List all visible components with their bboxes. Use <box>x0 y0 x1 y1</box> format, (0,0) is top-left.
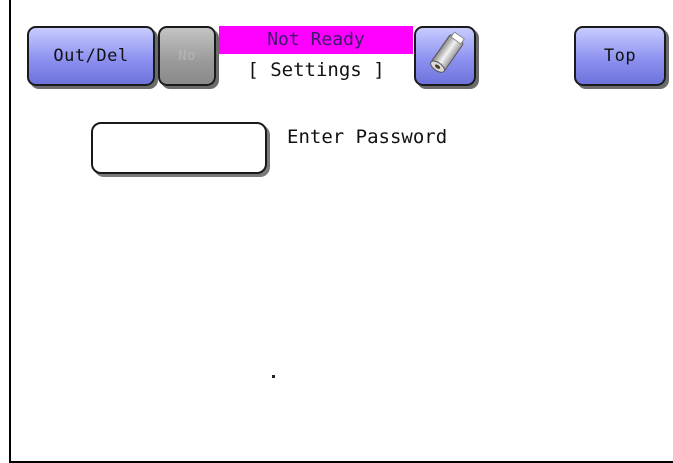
printer-settings-screen: Out/Del No Not Ready [ Settings ] Top En… <box>0 0 673 463</box>
status-display: Not Ready [ Settings ] <box>219 26 413 86</box>
top-label: Top <box>603 46 637 66</box>
out-del-label: Out/Del <box>53 46 129 66</box>
mode-title: [ Settings ] <box>247 59 385 81</box>
status-badge: Not Ready <box>219 26 413 54</box>
stray-pixel-dot <box>272 375 275 378</box>
password-field[interactable] <box>91 122 267 174</box>
password-label: Enter Password <box>287 126 448 148</box>
paper-button[interactable] <box>414 26 476 86</box>
disabled-button-label: No <box>178 48 196 64</box>
top-button[interactable]: Top <box>574 26 666 86</box>
disabled-button: No <box>158 26 216 86</box>
screen-frame-left <box>9 0 11 463</box>
paper-roll-icon <box>430 31 465 73</box>
out-del-button[interactable]: Out/Del <box>27 26 155 86</box>
